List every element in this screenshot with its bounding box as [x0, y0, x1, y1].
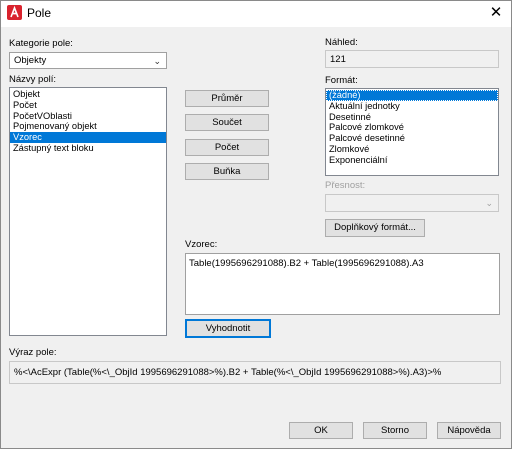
window-title: Pole — [27, 6, 52, 20]
precision-label: Přesnost: — [325, 180, 366, 191]
preview-field: 121 — [325, 50, 499, 68]
list-item[interactable]: Desetinné — [326, 112, 498, 123]
list-item[interactable]: Pojmenovaný objekt — [10, 121, 166, 132]
precision-select[interactable]: ⌄ — [325, 194, 499, 212]
field-expression-field: %<\AcExpr (Table(%<\_ObjId 1995696291088… — [9, 361, 501, 384]
format-list[interactable]: (žádné) Aktuální jednotky Desetinné Palc… — [325, 88, 499, 176]
list-item[interactable]: Zástupný text bloku — [10, 143, 166, 154]
title-bar — [1, 1, 511, 27]
category-value: Objekty — [14, 55, 47, 66]
list-item[interactable]: Aktuální jednotky — [326, 101, 498, 112]
list-item[interactable]: Palcové zlomkové — [326, 122, 498, 133]
list-item[interactable]: Exponenciální — [326, 155, 498, 166]
cancel-button[interactable]: Storno — [363, 422, 427, 439]
field-expression-label: Výraz pole: — [9, 347, 57, 358]
evaluate-button[interactable]: Vyhodnotit — [185, 319, 271, 338]
chevron-down-icon: ⌄ — [153, 56, 161, 66]
autocad-app-icon — [7, 5, 22, 20]
sum-button[interactable]: Součet — [185, 114, 269, 131]
formula-input[interactable]: Table(1995696291088).B2 + Table(19956962… — [185, 253, 500, 315]
list-item[interactable]: Zlomkové — [326, 144, 498, 155]
help-button[interactable]: Nápověda — [437, 422, 501, 439]
additional-format-button[interactable]: Doplňkový formát... — [325, 219, 425, 237]
count-button[interactable]: Počet — [185, 139, 269, 156]
formula-label: Vzorec: — [185, 239, 218, 250]
close-icon[interactable]: ✕ — [486, 3, 506, 23]
list-item[interactable]: Palcové desetinné — [326, 133, 498, 144]
category-select[interactable]: Objekty ⌄ — [9, 52, 167, 69]
list-item[interactable]: Objekt — [10, 89, 166, 100]
list-item[interactable]: Počet — [10, 100, 166, 111]
preview-label: Náhled: — [325, 37, 358, 48]
field-names-label: Názvy polí: — [9, 74, 56, 85]
chevron-down-icon: ⌄ — [485, 198, 493, 208]
field-names-list[interactable]: Objekt Počet PočetVOblasti Pojmenovaný o… — [9, 87, 167, 336]
list-item-selected[interactable]: Vzorec — [10, 132, 166, 143]
list-item-selected[interactable]: (žádné) — [326, 90, 498, 101]
average-button[interactable]: Průměr — [185, 90, 269, 107]
list-item[interactable]: PočetVOblasti — [10, 111, 166, 122]
cell-button[interactable]: Buňka — [185, 163, 269, 180]
category-label: Kategorie pole: — [9, 38, 73, 49]
format-label: Formát: — [325, 75, 358, 86]
ok-button[interactable]: OK — [289, 422, 353, 439]
